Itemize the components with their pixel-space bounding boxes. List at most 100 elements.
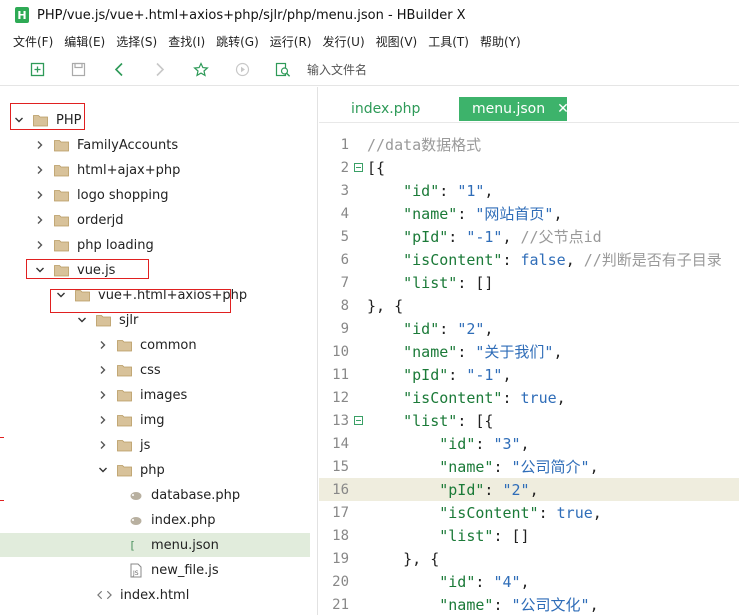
chevron-down-icon[interactable] <box>76 314 88 326</box>
run-icon[interactable] <box>234 62 250 78</box>
menu-view[interactable]: 视图(V) <box>376 33 418 50</box>
code-text: "isContent": true, <box>367 389 566 407</box>
folder-icon <box>54 238 69 252</box>
tab-menu-json[interactable]: menu.json ✕ <box>459 97 569 121</box>
code-token: //判断是否有子目录 <box>583 251 722 269</box>
tree-file[interactable]: index.html <box>0 583 310 607</box>
code-line[interactable]: 1 //data数据格式 <box>319 133 739 156</box>
chevron-right-icon[interactable] <box>97 414 109 426</box>
chevron-right-icon[interactable] <box>34 239 46 251</box>
find-file-icon[interactable] <box>275 62 291 78</box>
code-line[interactable]: 7 "list": [] <box>319 271 739 294</box>
file-search-input[interactable]: 输入文件名 <box>307 61 367 78</box>
tree-file[interactable]: JS new_file.js <box>0 558 310 582</box>
menu-select[interactable]: 选择(S) <box>116 33 157 50</box>
title-bar: H PHP/vue.js/vue+.html+axios+php/sjlr/ph… <box>0 0 739 30</box>
code-line[interactable]: 10 "name": "关于我们", <box>319 340 739 363</box>
code-text: "name": "网站首页", <box>367 203 562 224</box>
tree-folder[interactable]: css <box>0 358 310 382</box>
code-token: , <box>556 388 566 407</box>
new-file-icon[interactable] <box>29 62 45 78</box>
line-number: 16 <box>332 481 349 498</box>
code-line[interactable]: 18 "list": [] <box>319 524 739 547</box>
tree-folder[interactable]: html+ajax+php <box>0 158 310 182</box>
menu-help[interactable]: 帮助(Y) <box>480 33 521 50</box>
tree-folder[interactable]: orderjd <box>0 208 310 232</box>
menu-run[interactable]: 运行(R) <box>270 33 312 50</box>
code-line[interactable]: 8}, { <box>319 294 739 317</box>
tree-file[interactable]: database.php <box>0 483 310 507</box>
tree-item-label: logo shopping <box>77 187 169 203</box>
tree-folder[interactable]: images <box>0 383 310 407</box>
tab-index-php[interactable]: index.php <box>351 97 420 121</box>
menu-publish[interactable]: 发行(U) <box>323 33 365 50</box>
save-icon[interactable] <box>70 62 86 78</box>
code-line[interactable]: 15 "name": "公司简介", <box>319 455 739 478</box>
code-token: , <box>592 503 602 522</box>
code-token: : <box>493 596 512 614</box>
code-line[interactable]: 12 "isContent": true, <box>319 386 739 409</box>
code-text: "id": "2", <box>367 320 493 338</box>
tree-item-label: css <box>140 362 161 378</box>
tree-file[interactable]: index.php <box>0 508 310 532</box>
forward-arrow-icon[interactable] <box>152 62 168 78</box>
fold-toggle-icon[interactable] <box>349 416 367 425</box>
code-line[interactable]: 13 "list": [{ <box>319 409 739 432</box>
code-line[interactable]: 11 "pId": "-1", <box>319 363 739 386</box>
code-line[interactable]: 2 [{ <box>319 156 739 179</box>
tree-folder[interactable]: common <box>0 333 310 357</box>
tree-folder[interactable]: FamilyAccounts <box>0 133 310 157</box>
menu-tools[interactable]: 工具(T) <box>428 33 469 50</box>
chevron-right-icon[interactable] <box>97 339 109 351</box>
tree-folder[interactable]: js <box>0 433 310 457</box>
line-number: 21 <box>332 596 349 613</box>
chevron-right-icon[interactable] <box>97 389 109 401</box>
code-token: : <box>448 228 467 246</box>
menu-goto[interactable]: 跳转(G) <box>216 33 259 50</box>
chevron-right-icon[interactable] <box>34 214 46 226</box>
close-icon[interactable]: ✕ <box>557 101 569 117</box>
tree-folder[interactable]: php loading <box>0 233 310 257</box>
tree-folder[interactable]: php <box>0 458 310 482</box>
code-line[interactable]: 5 "pId": "-1", //父节点id <box>319 225 739 248</box>
tree-item-label: orderjd <box>77 212 124 228</box>
menu-file[interactable]: 文件(F) <box>13 33 53 50</box>
code-text: "name": "公司文化", <box>367 594 598 615</box>
code-token: , <box>565 251 584 269</box>
star-icon[interactable] <box>193 61 209 78</box>
editor-pane: index.php menu.json ✕ 1 //data数据格式 2 [{3 "i… <box>319 87 739 615</box>
code-line[interactable]: 21 "name": "公司文化", <box>319 593 739 615</box>
code-line[interactable]: 16 "pId": "2", <box>319 478 739 501</box>
menu-find[interactable]: 查找(I) <box>168 33 205 50</box>
code-line[interactable]: 19 }, { <box>319 547 739 570</box>
tree-folder[interactable]: img <box>0 408 310 432</box>
chevron-right-icon[interactable] <box>97 364 109 376</box>
chevron-right-icon[interactable] <box>34 164 46 176</box>
code-line[interactable]: 4 "name": "网站首页", <box>319 202 739 225</box>
code-token: : [{ <box>457 411 494 430</box>
code-line[interactable]: 9 "id": "2", <box>319 317 739 340</box>
annotation-box-vuejs <box>26 259 149 279</box>
fold-toggle-icon[interactable] <box>349 163 367 172</box>
line-number: 13 <box>332 412 349 429</box>
code-line[interactable]: 6 "isContent": false, //判断是否有子目录 <box>319 248 739 271</box>
code-line[interactable]: 14 "id": "3", <box>319 432 739 455</box>
code-line[interactable]: 3 "id": "1", <box>319 179 739 202</box>
code-token: , <box>502 228 521 246</box>
code-line[interactable]: 20 "id": "4", <box>319 570 739 593</box>
tree-file[interactable]: [ ] menu.json <box>0 533 310 557</box>
code-line[interactable]: 17 "isContent": true, <box>319 501 739 524</box>
tree-folder[interactable]: logo shopping <box>0 183 310 207</box>
code-token: "1" <box>457 181 485 200</box>
tree-item-label: js <box>140 437 151 453</box>
back-arrow-icon[interactable] <box>111 62 127 78</box>
chevron-down-icon[interactable] <box>97 464 109 476</box>
hbuilder-logo-icon: H <box>15 7 29 23</box>
menu-edit[interactable]: 编辑(E) <box>64 33 105 50</box>
chevron-right-icon[interactable] <box>34 139 46 151</box>
chevron-right-icon[interactable] <box>97 439 109 451</box>
chevron-right-icon[interactable] <box>34 189 46 201</box>
